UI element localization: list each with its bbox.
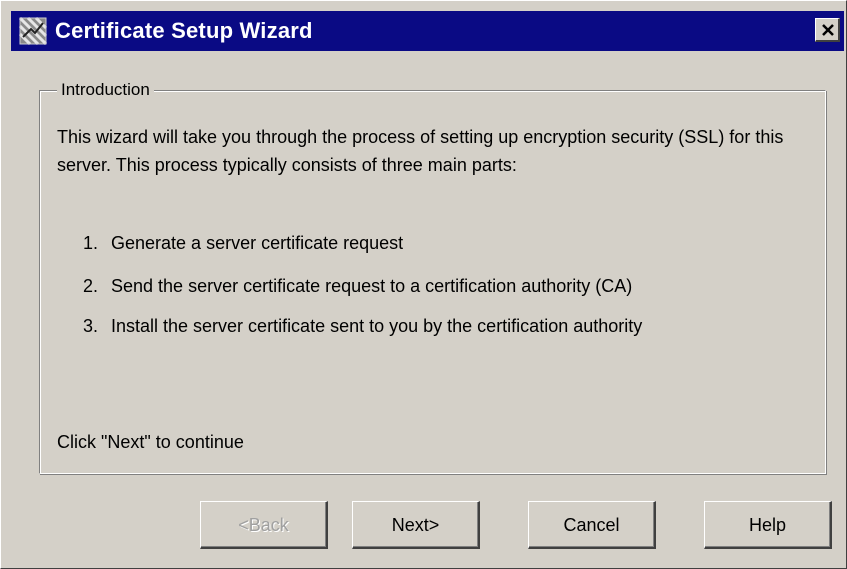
step-text: Send the server certificate request to a… [111,276,633,296]
step-item: 1. Generate a server certificate request [83,231,403,255]
continue-instruction: Click "Next" to continue [57,432,244,452]
title-bar[interactable]: Certificate Setup Wizard [11,11,844,51]
step-item: 2. Send the server certificate request to… [83,274,632,298]
window-title: Certificate Setup Wizard [55,18,313,43]
step-item: 3. Install the server certificate sent to… [83,314,642,338]
help-button[interactable]: Help [704,501,832,549]
step-number: 1. [83,233,99,253]
close-icon [822,24,834,36]
wizard-window: Certificate Setup Wizard Introduction Th… [0,0,847,569]
cancel-button[interactable]: Cancel [528,501,656,549]
groupbox-legend: Introduction [57,80,154,100]
next-button[interactable]: Next> [352,501,480,549]
step-number: 2. [83,276,99,296]
intro-paragraph: This wizard will take you through the pr… [57,127,784,175]
step-number: 3. [83,316,99,336]
step-text: Generate a server certificate request [111,233,404,253]
certificate-wizard-icon [19,17,47,45]
close-button[interactable] [815,18,840,42]
step-text: Install the server certificate sent to y… [111,316,643,336]
back-button[interactable]: <Back [200,501,328,549]
